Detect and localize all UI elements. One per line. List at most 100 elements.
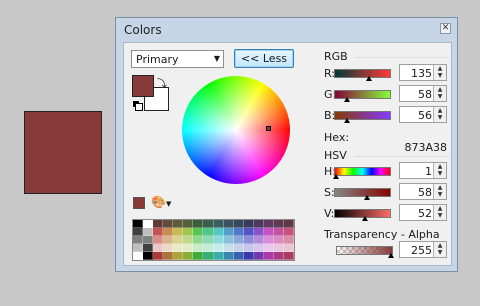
palette-swatch[interactable]	[263, 244, 274, 252]
palette-swatch[interactable]	[173, 220, 184, 228]
palette-swatch[interactable]	[213, 244, 224, 252]
palette-swatch[interactable]	[223, 236, 234, 244]
palette-swatch[interactable]	[213, 252, 224, 260]
spin-down-icon[interactable]: ▼	[434, 93, 446, 100]
reset-colors-icon[interactable]	[132, 100, 143, 111]
palette-swatch[interactable]	[213, 228, 224, 236]
primary-color-swatch[interactable]	[132, 75, 154, 97]
spin-down-icon[interactable]: ▼	[434, 114, 446, 121]
palette-swatch[interactable]	[183, 252, 194, 260]
alpha-spinbox[interactable]: 255 ▲ ▼	[399, 241, 447, 258]
palette-swatch[interactable]	[133, 236, 144, 244]
palette-swatch[interactable]	[283, 220, 294, 228]
palette-swatch[interactable]	[233, 252, 244, 260]
palette-swatch[interactable]	[143, 220, 154, 228]
palette-swatch[interactable]	[183, 228, 194, 236]
palette-swatch[interactable]	[213, 236, 224, 244]
palette-swatch[interactable]	[153, 236, 164, 244]
palette-swatch[interactable]	[183, 220, 194, 228]
close-icon[interactable]: ✕	[440, 23, 451, 34]
palette-swatch[interactable]	[173, 236, 184, 244]
palette-swatch[interactable]	[133, 220, 144, 228]
palette-swatch[interactable]	[143, 244, 154, 252]
spin-up-icon[interactable]: ▲	[434, 65, 446, 72]
palette-swatch[interactable]	[283, 244, 294, 252]
color-palette[interactable]	[132, 219, 295, 261]
spin-up-icon[interactable]: ▲	[434, 86, 446, 93]
color-mode-select[interactable]: Primary ▼	[131, 50, 224, 68]
palette-swatch[interactable]	[193, 220, 204, 228]
palette-swatch[interactable]	[143, 252, 154, 260]
palette-swatch[interactable]	[173, 252, 184, 260]
palette-swatch[interactable]	[253, 236, 264, 244]
palette-swatch[interactable]	[193, 244, 204, 252]
palette-swatch[interactable]	[163, 244, 174, 252]
palette-swatch[interactable]	[273, 244, 284, 252]
palette-menu-icon[interactable]: 🎨▼	[151, 195, 173, 209]
palette-swatch[interactable]	[263, 220, 274, 228]
palette-swatch[interactable]	[203, 228, 214, 236]
palette-swatch[interactable]	[273, 220, 284, 228]
palette-swatch[interactable]	[203, 244, 214, 252]
palette-swatch[interactable]	[153, 244, 164, 252]
swap-colors-icon[interactable]: ⤵	[157, 75, 167, 90]
palette-swatch[interactable]	[253, 220, 264, 228]
palette-swatch[interactable]	[223, 244, 234, 252]
b-slider[interactable]	[334, 111, 391, 120]
palette-swatch[interactable]	[243, 252, 254, 260]
h-slider[interactable]	[334, 167, 391, 176]
palette-swatch[interactable]	[253, 244, 264, 252]
v-spinbox[interactable]: 52 ▲ ▼	[399, 204, 447, 221]
r-slider[interactable]	[334, 69, 391, 78]
title-bar[interactable]: Colors ✕	[116, 18, 457, 40]
g-slider[interactable]	[334, 90, 391, 99]
palette-swatch[interactable]	[133, 228, 144, 236]
spin-down-icon[interactable]: ▼	[434, 191, 446, 198]
palette-swatch[interactable]	[163, 220, 174, 228]
v-slider-handle[interactable]	[362, 216, 368, 221]
b-slider-handle[interactable]	[344, 118, 350, 123]
r-slider-handle[interactable]	[366, 76, 372, 81]
color-picker-icon[interactable]	[133, 197, 145, 209]
palette-swatch[interactable]	[233, 244, 244, 252]
s-slider[interactable]	[334, 188, 391, 197]
palette-swatch[interactable]	[143, 228, 154, 236]
palette-swatch[interactable]	[243, 228, 254, 236]
alpha-slider[interactable]	[336, 246, 393, 255]
palette-swatch[interactable]	[253, 228, 264, 236]
palette-swatch[interactable]	[223, 220, 234, 228]
palette-swatch[interactable]	[243, 236, 254, 244]
alpha-slider-handle[interactable]	[388, 253, 394, 258]
palette-swatch[interactable]	[263, 228, 274, 236]
color-wheel-marker[interactable]	[266, 126, 271, 131]
palette-swatch[interactable]	[163, 228, 174, 236]
spin-down-icon[interactable]: ▼	[434, 249, 446, 256]
palette-swatch[interactable]	[173, 244, 184, 252]
palette-swatch[interactable]	[273, 252, 284, 260]
spin-up-icon[interactable]: ▲	[434, 205, 446, 212]
palette-swatch[interactable]	[193, 236, 204, 244]
palette-swatch[interactable]	[163, 252, 174, 260]
palette-swatch[interactable]	[263, 252, 274, 260]
s-slider-handle[interactable]	[364, 195, 370, 200]
palette-swatch[interactable]	[183, 244, 194, 252]
spin-up-icon[interactable]: ▲	[434, 184, 446, 191]
palette-swatch[interactable]	[193, 228, 204, 236]
palette-swatch[interactable]	[263, 236, 274, 244]
palette-swatch[interactable]	[203, 236, 214, 244]
palette-swatch[interactable]	[233, 228, 244, 236]
palette-swatch[interactable]	[283, 228, 294, 236]
r-spinbox[interactable]: 135 ▲ ▼	[399, 64, 447, 81]
g-slider-handle[interactable]	[344, 97, 350, 102]
spin-down-icon[interactable]: ▼	[434, 212, 446, 219]
palette-swatch[interactable]	[283, 236, 294, 244]
palette-swatch[interactable]	[153, 252, 164, 260]
spin-up-icon[interactable]: ▲	[434, 242, 446, 249]
palette-swatch[interactable]	[193, 252, 204, 260]
palette-swatch[interactable]	[153, 220, 164, 228]
color-wheel[interactable]	[182, 76, 290, 184]
s-spinbox[interactable]: 58 ▲ ▼	[399, 183, 447, 200]
palette-swatch[interactable]	[203, 220, 214, 228]
palette-swatch[interactable]	[133, 252, 144, 260]
less-button[interactable]: << Less	[234, 49, 294, 68]
